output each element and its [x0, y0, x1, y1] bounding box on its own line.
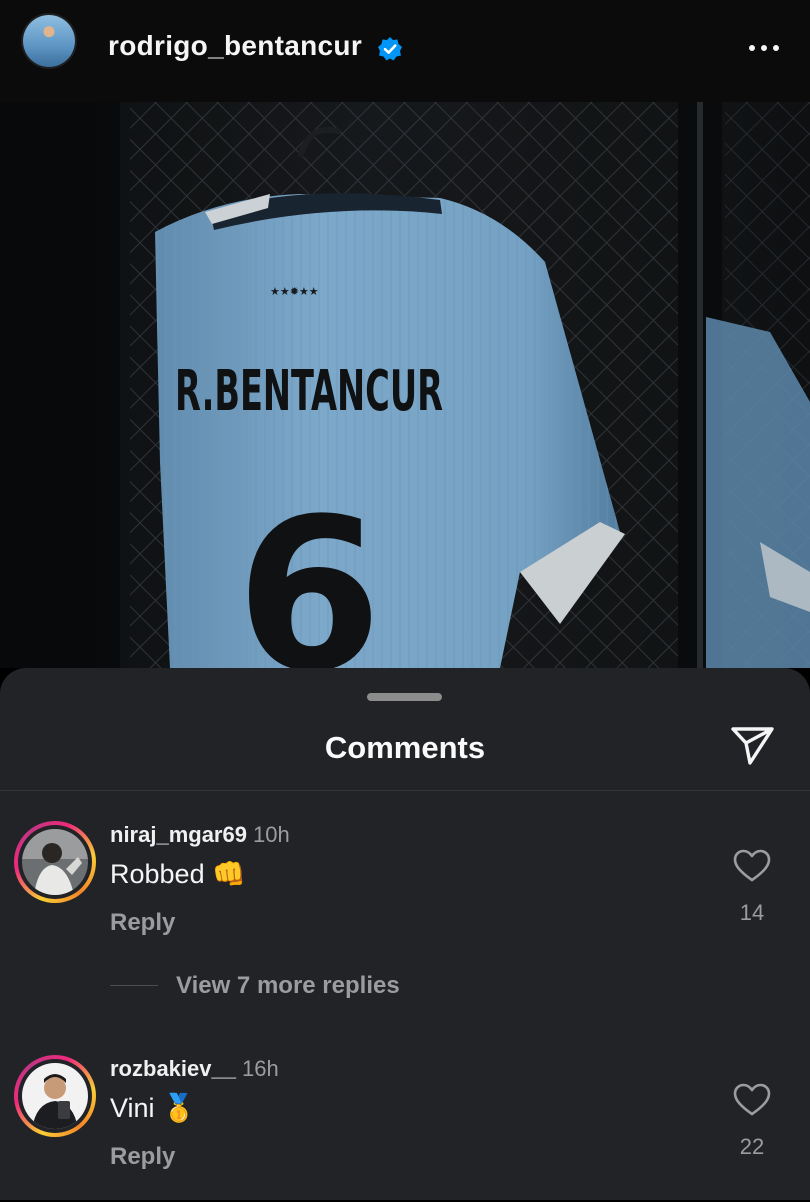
comment-time: 16h — [241, 1056, 279, 1081]
like-count: 22 — [739, 1134, 765, 1159]
profile-avatar[interactable] — [23, 15, 75, 67]
avatar — [22, 1063, 88, 1129]
jersey-photo: ★★✹★★ R.BENTANCUR 6 — [0, 102, 810, 668]
avatar — [22, 829, 88, 895]
heart-icon[interactable] — [733, 849, 771, 883]
profile-username[interactable]: rodrigo_bentancur — [108, 30, 362, 62]
replies-line — [110, 985, 158, 986]
comment-time: 10h — [252, 822, 290, 847]
more-horizontal-icon[interactable] — [744, 38, 784, 58]
view-more-replies-label[interactable]: View 7 more replies — [176, 972, 400, 1000]
story-ring[interactable] — [14, 821, 96, 903]
comment-text: Robbed 👊 — [110, 859, 246, 889]
like-count: 14 — [739, 900, 765, 925]
post-image[interactable]: ★★✹★★ R.BENTANCUR 6 — [0, 102, 810, 668]
heart-icon[interactable] — [733, 1083, 771, 1117]
sheet-divider — [0, 790, 810, 791]
drag-handle[interactable] — [367, 693, 442, 701]
comments-sheet: Comments niraj_mgar69 10h Robbed 👊 Reply… — [0, 668, 810, 1200]
story-ring[interactable] — [14, 1055, 96, 1137]
reply-button[interactable]: Reply — [110, 1143, 175, 1171]
post-header: rodrigo_bentancur — [0, 0, 810, 103]
comment-item: niraj_mgar69 10h Robbed 👊 Reply 14 — [0, 818, 810, 968]
paper-plane-icon[interactable] — [728, 723, 776, 767]
comment-text: Vini 🥇 — [110, 1093, 196, 1123]
comment-item: rozbakiev__ 16h Vini 🥇 Reply 22 — [0, 1052, 810, 1202]
comment-username[interactable]: rozbakiev__ 16h — [110, 1056, 279, 1082]
comments-title: Comments — [324, 730, 486, 765]
reply-button[interactable]: Reply — [110, 909, 175, 937]
verified-badge-icon — [378, 37, 402, 61]
comment-username[interactable]: niraj_mgar69 10h — [110, 822, 290, 848]
